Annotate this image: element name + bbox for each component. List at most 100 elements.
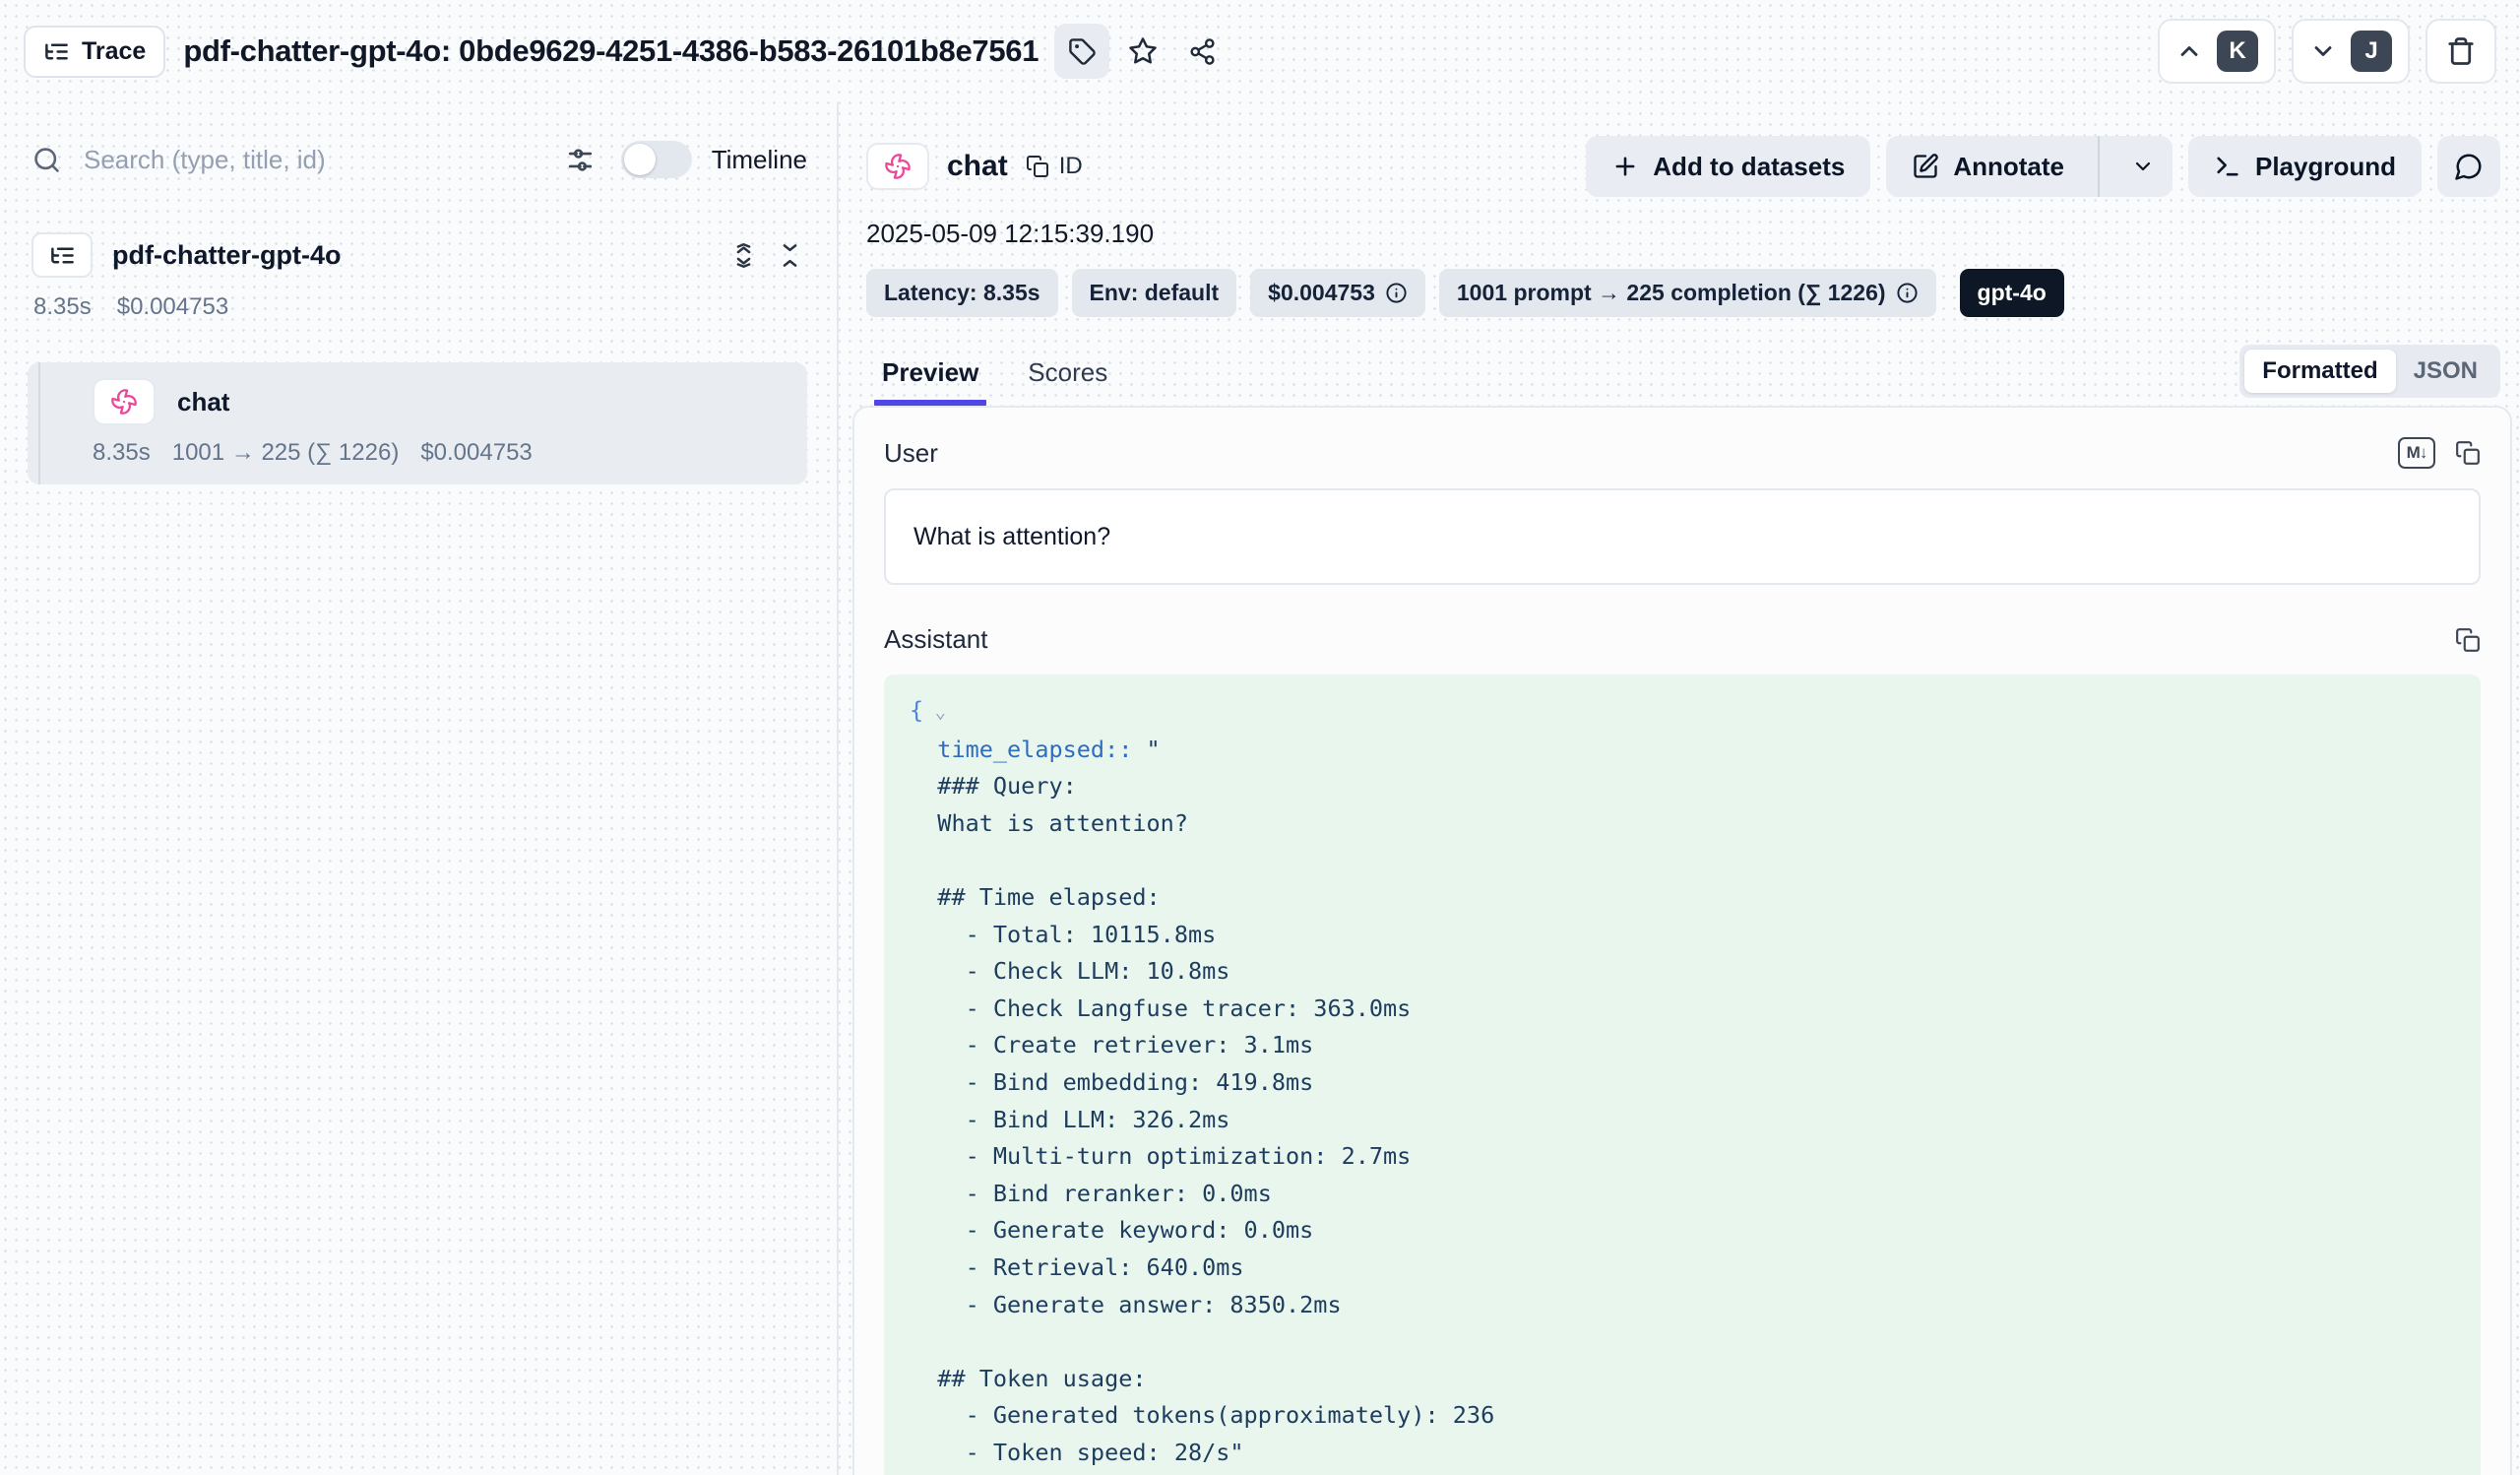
copy-icon[interactable] [2455,440,2481,466]
pen-square-icon [1912,153,1939,180]
share-icon [1188,37,1217,66]
code-segment: - Generated tokens(approximately): 236 [910,1401,1494,1429]
format-option-json[interactable]: JSON [2396,350,2495,393]
assistant-json-box: { ⌄ time_elapsed:: " ### Query: What is … [884,674,2481,1475]
timeline-toggle[interactable] [621,141,692,178]
code-line: ## Token usage: [910,1361,2455,1398]
code-segment: ## Time elapsed: [910,883,1161,911]
page-title: pdf-chatter-gpt-4o: 0bde9629-4251-4386-b… [183,33,1039,69]
badge-label: 1001 prompt → 225 completion (∑ 1226) [1457,280,1886,306]
list-tree-icon [49,242,76,269]
code-line: - Generated tokens(approximately): 236 [910,1397,2455,1435]
trace-latency: 8.35s [33,293,92,321]
tab-label: Preview [882,357,978,387]
code-line: - Bind LLM: 326.2ms [910,1102,2455,1139]
generation-icon-pill [866,143,929,190]
code-line: What is attention? [910,805,2455,843]
filter-settings-icon[interactable] [565,145,596,175]
code-segment: - Check Langfuse tracer: 363.0ms [910,994,1411,1022]
detail-tabs: Preview Scores [866,357,1109,406]
split-divider [2098,136,2100,197]
code-segment: " [1132,736,1160,763]
code-line: - Token speed: 28/s" [910,1435,2455,1472]
code-segment: - Check LLM: 10.8ms [910,957,1229,985]
trace-type-badge: Trace [24,26,165,78]
user-section: User M↓ What is attention? [884,437,2481,585]
metric-badge[interactable]: Latency: 8.35s [866,269,1058,317]
code-segment: - Total: 10115.8ms [910,921,1216,948]
comment-bubble-icon [2454,152,2484,181]
tree-root-row[interactable]: pdf-chatter-gpt-4o [32,232,807,278]
metric-badge[interactable]: Env: default [1072,269,1237,317]
code-segment: - Retrieval: 640.0ms [910,1253,1244,1281]
next-item-button[interactable]: J [2292,19,2410,84]
chevron-up-icon [2175,37,2203,65]
share-button[interactable] [1176,26,1228,77]
tab[interactable]: Scores [1026,357,1109,406]
user-section-heading: User [884,438,938,469]
metric-badge[interactable]: $0.004753 [1250,269,1425,317]
playground-button[interactable]: Playground [2188,136,2422,197]
code-segment: ## Token usage: [910,1365,1147,1392]
code-line: - Create retriever: 3.1ms [910,1027,2455,1064]
terminal-icon [2214,153,2241,180]
observation-cost: $0.004753 [420,439,532,467]
kbd-j-badge: J [2351,31,2392,72]
code-segment: ### Query: [910,772,1077,800]
code-segment: - Generate answer: 8350.2ms [910,1291,1342,1318]
delete-button[interactable] [2426,19,2496,84]
annotate-label: Annotate [1953,152,2064,182]
badge-label: Env: default [1090,280,1220,306]
code-line: - Bind embedding: 419.8ms [910,1064,2455,1102]
copy-id-button[interactable]: ID [1026,153,1083,180]
user-message-box: What is attention? [884,488,2481,585]
trace-cost: $0.004753 [117,293,228,321]
comments-button[interactable] [2437,136,2500,197]
tab[interactable]: Preview [880,357,980,406]
code-segment: - Bind reranker: 0.0ms [910,1180,1272,1207]
preview-content-card: User M↓ What is attention? Assistant { ⌄… [852,406,2512,1475]
metric-badges-row: Latency: 8.35s Env: default $0.004753 [866,269,2500,317]
info-icon [1385,282,1408,304]
code-line: time_elapsed:: " [910,732,2455,769]
code-line: - Total: 10115.8ms [910,917,2455,954]
top-bar: Trace pdf-chatter-gpt-4o: 0bde9629-4251-… [0,0,2520,102]
star-button[interactable] [1117,26,1168,77]
format-toggle: Formatted JSON [2239,345,2500,398]
assistant-section: Assistant { ⌄ time_elapsed:: " ### Query… [884,624,2481,1475]
info-icon [1896,282,1919,304]
prev-item-button[interactable]: K [2158,19,2276,84]
trace-badge-label: Trace [82,37,146,66]
code-segment: - Bind LLM: 326.2ms [910,1106,1229,1133]
code-segment: - Token speed: 28/s" [910,1439,1244,1466]
code-line: - Bind reranker: 0.0ms [910,1176,2455,1213]
collapse-chevron-icon[interactable]: ⌄ [923,701,946,723]
user-message-text: What is attention? [914,523,1110,551]
code-line: created_at: 1746818147.5406192 [910,1471,2455,1475]
code-segment: time_elapsed:: [910,736,1132,763]
tag-button[interactable] [1054,24,1109,79]
trace-node-icon-box [32,232,93,278]
copy-icon[interactable] [2455,627,2481,653]
copy-icon [1026,155,1049,178]
code-line: ### Query: [910,768,2455,805]
format-option-formatted[interactable]: Formatted [2244,350,2395,393]
model-badge[interactable]: gpt-4o [1960,269,2064,317]
badge-label: $0.004753 [1268,280,1375,306]
search-input[interactable] [84,145,555,175]
metric-badge[interactable]: 1001 prompt → 225 completion (∑ 1226) [1439,269,1936,317]
code-line: - Multi-turn optimization: 2.7ms [910,1138,2455,1176]
annotate-button[interactable]: Annotate [1886,136,2084,197]
add-to-datasets-label: Add to datasets [1653,152,1845,182]
tree-item-chat[interactable]: chat 8.35s 1001 → 225 (∑ 1226) $0.004753 [28,362,807,484]
code-line: - Generate answer: 8350.2ms [910,1287,2455,1324]
code-line: - Check Langfuse tracer: 363.0ms [910,991,2455,1028]
collapse-all-icon[interactable] [777,242,803,269]
markdown-toggle-icon[interactable]: M↓ [2398,437,2435,469]
add-to-datasets-button[interactable]: Add to datasets [1586,136,1870,197]
toggle-knob [624,144,656,175]
annotate-dropdown-button[interactable] [2113,136,2173,197]
code-line: { ⌄ [910,692,2455,732]
assistant-section-heading: Assistant [884,624,988,655]
expand-all-icon[interactable] [730,242,757,269]
